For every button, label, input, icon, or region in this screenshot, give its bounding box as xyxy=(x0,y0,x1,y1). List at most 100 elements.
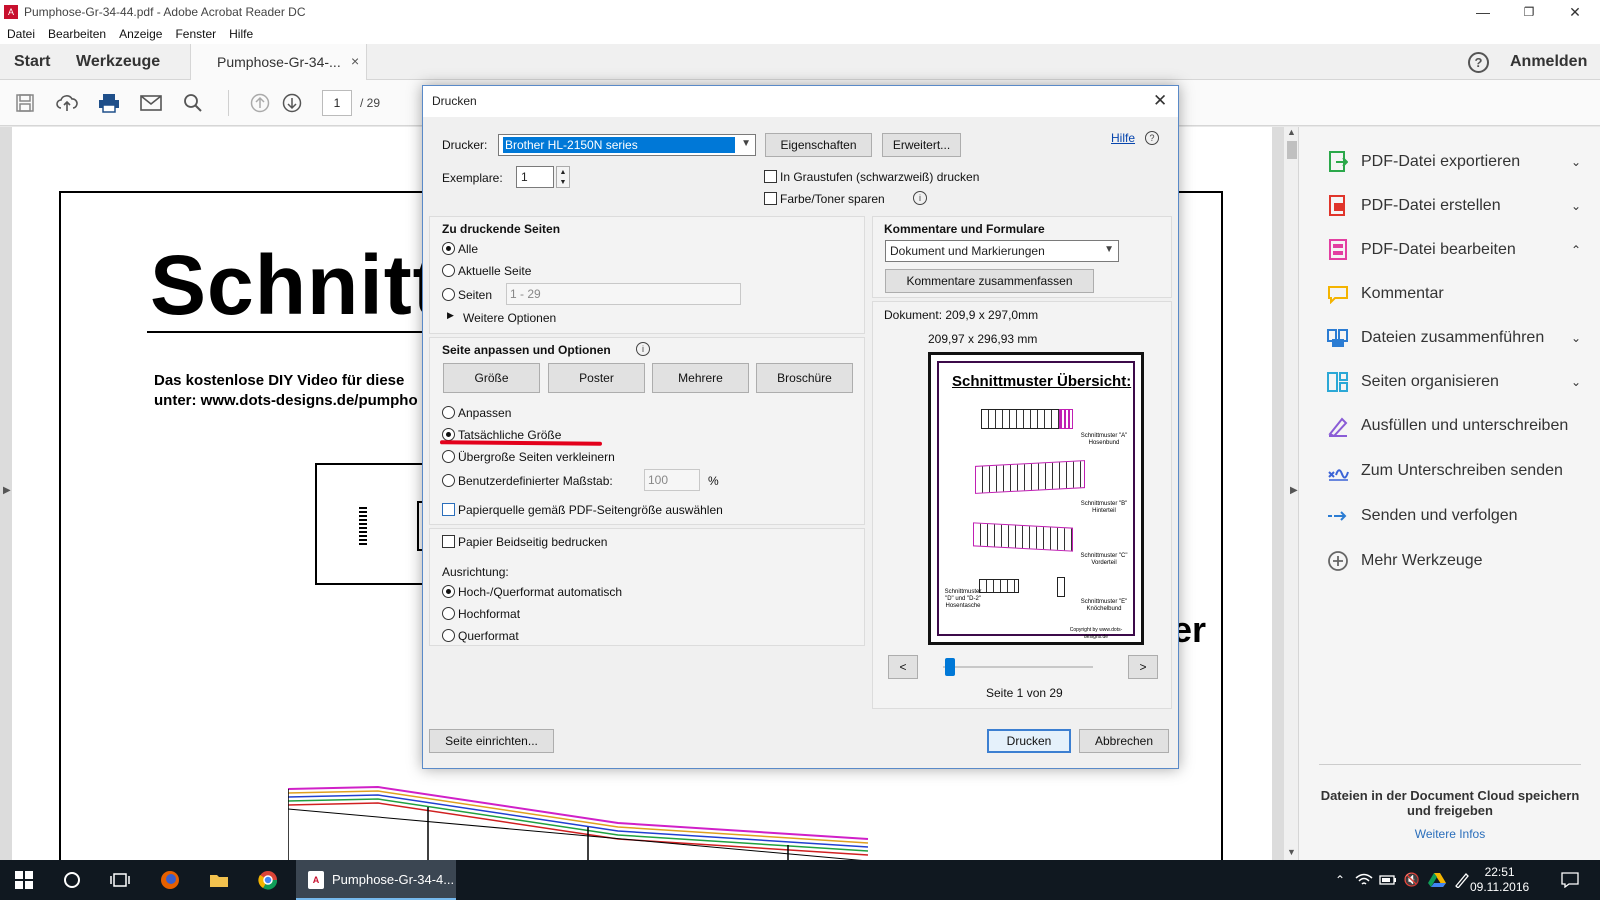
preview-prev-button[interactable]: < xyxy=(888,655,918,679)
custom-scale-input[interactable]: 100 xyxy=(644,469,700,491)
copies-stepper[interactable]: ▲ ▼ xyxy=(556,166,570,188)
taskbar-clock[interactable]: 22:51 09.11.2016 xyxy=(1470,865,1529,895)
poster-button[interactable]: Poster xyxy=(548,363,645,393)
minimize-button[interactable]: — xyxy=(1460,0,1506,24)
more-options-label[interactable]: Weitere Optionen xyxy=(463,311,556,325)
task-view-icon[interactable] xyxy=(110,870,130,890)
multiple-button[interactable]: Mehrere xyxy=(652,363,749,393)
tab-start[interactable]: Start xyxy=(14,53,50,71)
tool-send-for-signature[interactable]: Zum Unterschreiben senden xyxy=(1327,457,1587,485)
preview-slider-thumb[interactable] xyxy=(945,658,955,676)
help-link[interactable]: Hilfe xyxy=(1111,131,1135,145)
chrome-icon[interactable] xyxy=(258,870,278,890)
action-center-icon[interactable] xyxy=(1560,870,1580,890)
mail-icon[interactable] xyxy=(140,92,162,114)
menu-fenster[interactable]: Fenster xyxy=(175,27,216,41)
more-info-link[interactable]: Weitere Infos xyxy=(1314,827,1586,841)
show-hidden-icons-icon[interactable]: ⌃ xyxy=(1330,870,1350,890)
maximize-button[interactable]: ❐ xyxy=(1506,0,1552,24)
chevron-up-icon[interactable]: ⌃ xyxy=(1571,243,1581,257)
radio-all-pages[interactable] xyxy=(442,242,455,255)
menu-anzeige[interactable]: Anzeige xyxy=(119,27,162,41)
preview-slider-track[interactable] xyxy=(943,666,1093,668)
volume-muted-icon[interactable]: 🔇 xyxy=(1402,870,1422,890)
info-icon[interactable]: i xyxy=(913,191,927,205)
copies-input[interactable]: 1 xyxy=(516,166,554,188)
page-number-input[interactable]: 1 xyxy=(322,90,352,116)
scroll-down-arrow[interactable]: ▼ xyxy=(1287,847,1296,857)
radio-actual-size[interactable] xyxy=(442,428,455,441)
right-panel-toggle-icon[interactable]: ▶ xyxy=(1290,485,1298,496)
preview-next-button[interactable]: > xyxy=(1128,655,1158,679)
tool-create-pdf[interactable]: PDF-Datei erstellen ⌄ xyxy=(1327,192,1587,220)
search-icon[interactable] xyxy=(182,92,204,114)
menu-datei[interactable]: Datei xyxy=(7,27,35,41)
properties-button[interactable]: Eigenschaften xyxy=(765,133,872,157)
network-icon[interactable] xyxy=(1354,870,1374,890)
paper-source-checkbox[interactable] xyxy=(442,503,455,516)
battery-icon[interactable] xyxy=(1378,870,1398,890)
print-button[interactable]: Drucken xyxy=(987,729,1071,753)
radio-custom-scale[interactable] xyxy=(442,474,455,487)
tool-export-pdf[interactable]: PDF-Datei exportieren ⌄ xyxy=(1327,148,1587,176)
google-drive-icon[interactable] xyxy=(1427,870,1447,890)
previous-page-icon[interactable] xyxy=(249,92,271,114)
chevron-down-icon[interactable]: ⌄ xyxy=(1571,199,1581,213)
radio-current-page[interactable] xyxy=(442,264,455,277)
radio-fit[interactable] xyxy=(442,406,455,419)
radio-orientation-auto[interactable] xyxy=(442,585,455,598)
grayscale-checkbox[interactable] xyxy=(764,170,777,183)
dialog-close-icon[interactable]: ✕ xyxy=(1153,91,1167,111)
info-icon[interactable]: i xyxy=(636,342,650,356)
printer-select[interactable]: Brother HL-2150N series ▼ xyxy=(498,134,756,156)
sign-in-button[interactable]: Anmelden xyxy=(1510,53,1587,71)
close-tab-icon[interactable]: × xyxy=(351,53,359,69)
save-icon[interactable] xyxy=(14,92,36,114)
radio-page-range[interactable] xyxy=(442,288,455,301)
scroll-up-arrow[interactable]: ▲ xyxy=(1287,127,1296,137)
firefox-icon[interactable] xyxy=(160,870,180,890)
page-range-input[interactable]: 1 - 29 xyxy=(506,283,741,305)
radio-shrink-oversized[interactable] xyxy=(442,450,455,463)
radio-portrait[interactable] xyxy=(442,607,455,620)
next-page-icon[interactable] xyxy=(281,92,303,114)
chevron-down-icon[interactable]: ⌄ xyxy=(1571,155,1581,169)
booklet-button[interactable]: Broschüre xyxy=(756,363,853,393)
comments-select[interactable]: Dokument und Markierungen ▼ xyxy=(885,240,1119,262)
summarize-comments-button[interactable]: Kommentare zusammenfassen xyxy=(885,269,1094,293)
tool-fill-sign[interactable]: Ausfüllen und unterschreiben xyxy=(1327,412,1587,440)
pen-input-icon[interactable] xyxy=(1452,870,1472,890)
upload-cloud-icon[interactable] xyxy=(56,92,78,114)
help-question-icon[interactable]: ? xyxy=(1145,131,1159,145)
chevron-down-icon[interactable]: ⌄ xyxy=(1571,331,1581,345)
tool-edit-pdf[interactable]: PDF-Datei bearbeiten ⌃ xyxy=(1327,236,1587,264)
help-icon[interactable]: ? xyxy=(1468,52,1489,73)
expand-triangle-icon[interactable]: ▶ xyxy=(447,310,454,321)
tool-send-track[interactable]: Senden und verfolgen xyxy=(1327,502,1587,530)
tool-more-tools[interactable]: Mehr Werkzeuge xyxy=(1327,547,1587,575)
advanced-button[interactable]: Erweitert... xyxy=(882,133,961,157)
scrollbar-thumb[interactable] xyxy=(1287,141,1297,159)
file-explorer-icon[interactable] xyxy=(209,870,229,890)
save-toner-checkbox[interactable] xyxy=(764,192,777,205)
radio-landscape[interactable] xyxy=(442,629,455,642)
tool-comment[interactable]: Kommentar xyxy=(1327,280,1587,308)
cancel-button[interactable]: Abbrechen xyxy=(1079,729,1169,753)
chevron-down-icon[interactable]: ⌄ xyxy=(1571,375,1581,389)
tab-werkzeuge[interactable]: Werkzeuge xyxy=(76,53,160,71)
cortana-search-icon[interactable] xyxy=(62,870,82,890)
printer-label: Drucker: xyxy=(442,138,488,152)
left-panel-toggle-icon[interactable]: ▶ xyxy=(3,485,11,496)
page-setup-button[interactable]: Seite einrichten... xyxy=(429,729,554,753)
print-icon[interactable] xyxy=(98,92,120,114)
taskbar-acrobat-button[interactable]: A Pumphose-Gr-34-4... xyxy=(296,860,456,900)
tool-organize-pages[interactable]: Seiten organisieren ⌄ xyxy=(1327,368,1587,396)
menu-bearbeiten[interactable]: Bearbeiten xyxy=(48,27,106,41)
tab-document[interactable]: Pumphose-Gr-34-... × xyxy=(190,44,367,80)
menu-hilfe[interactable]: Hilfe xyxy=(229,27,253,41)
tool-combine-files[interactable]: Dateien zusammenführen ⌄ xyxy=(1327,324,1587,352)
windows-start-icon[interactable] xyxy=(14,870,34,890)
window-close-button[interactable]: ✕ xyxy=(1552,0,1598,24)
duplex-checkbox[interactable] xyxy=(442,535,455,548)
size-button[interactable]: Größe xyxy=(443,363,540,393)
